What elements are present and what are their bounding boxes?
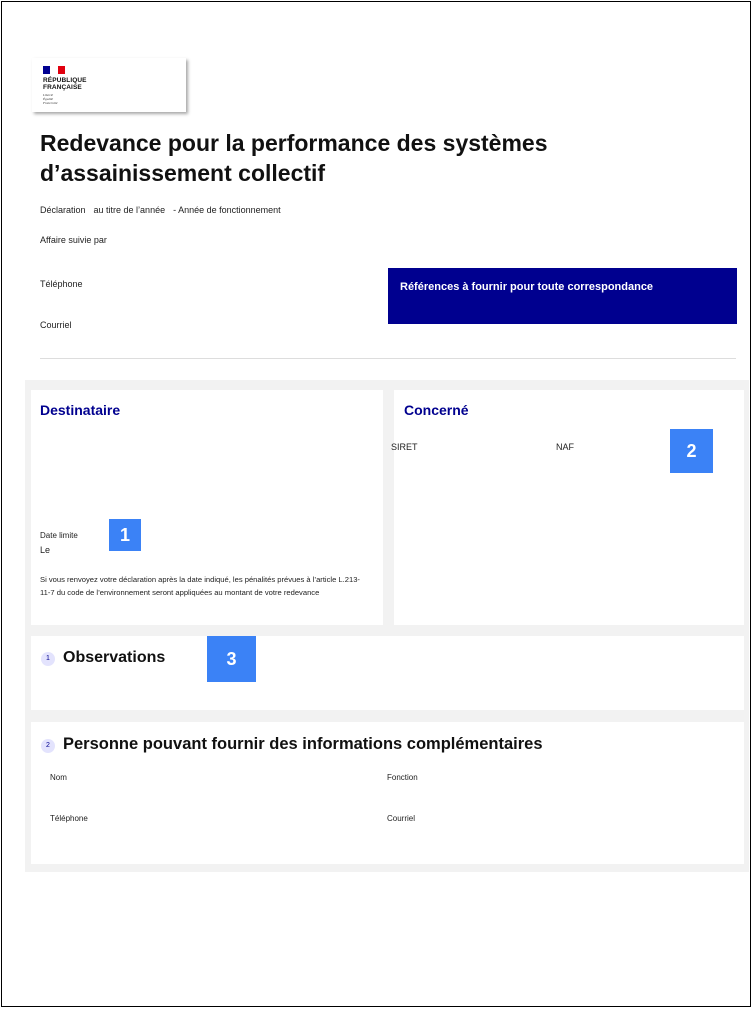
flag-stripe-red [57,66,65,74]
flag-stripe-white [50,66,58,74]
deadline-label: Date limite [40,531,78,540]
observations-number: 1 [41,652,55,666]
operation-year-label: - Année de fonctionnement [173,205,281,215]
observations-section: 1 Observations [31,636,744,710]
callout-badge-3: 3 [207,636,256,682]
logo-name: RÉPUBLIQUE FRANÇAISE [43,77,87,91]
fonction-label: Fonction [387,773,418,782]
header-courriel-label: Courriel [40,320,72,330]
observations-title: Observations [63,649,166,666]
french-flag-icon [43,66,65,74]
callout-badge-1: 1 [109,519,141,551]
header-telephone-label: Téléphone [40,279,83,289]
contact-courriel-label: Courriel [387,814,416,823]
contact-telephone-label: Téléphone [50,814,88,823]
destinataire-card: Destinataire Date limite Le Si vous renv… [31,390,383,625]
nom-label: Nom [50,773,67,782]
title-line-1: Redevance pour la performance des systèm… [40,130,548,156]
logo-name-line2: FRANÇAISE [43,84,82,91]
siret-label: SIRET [391,442,418,452]
penalty-notice: Si vous renvoyez votre déclaration après… [40,575,360,597]
deadline-le: Le [40,545,51,555]
divider [40,358,736,359]
title-line-2: d’assainissement collectif [40,160,326,186]
contact-person-section: 2 Personne pouvant fournir des informati… [31,722,744,864]
flag-stripe-blue [43,66,51,74]
concerne-title: Concerné [404,402,469,418]
declaration-line: Déclaration au titre de l’année - Année … [40,205,281,215]
republique-francaise-logo: RÉPUBLIQUE FRANÇAISE Liberté Égalité Fra… [32,58,186,112]
page-title: Redevance pour la performance des systèm… [40,128,680,188]
destinataire-title: Destinataire [40,402,121,418]
concerne-card: Concerné SIRET NAF [391,390,744,625]
naf-label: NAF [556,442,574,452]
contact-person-title: Personne pouvant fournir des information… [63,735,543,753]
logo-motto: Liberté Égalité Fraternité [43,93,57,105]
declaration-label: Déclaration [40,205,86,215]
contact-person-number: 2 [41,739,55,753]
year-label: au titre de l’année [93,205,166,215]
logo-name-line1: RÉPUBLIQUE [43,77,87,84]
reference-box: Références à fournir pour toute correspo… [388,268,737,324]
callout-badge-2: 2 [670,429,713,473]
logo-motto-3: Fraternité [43,101,58,105]
affaire-suivie-label: Affaire suivie par [40,235,107,245]
document-page: RÉPUBLIQUE FRANÇAISE Liberté Égalité Fra… [1,1,751,1007]
